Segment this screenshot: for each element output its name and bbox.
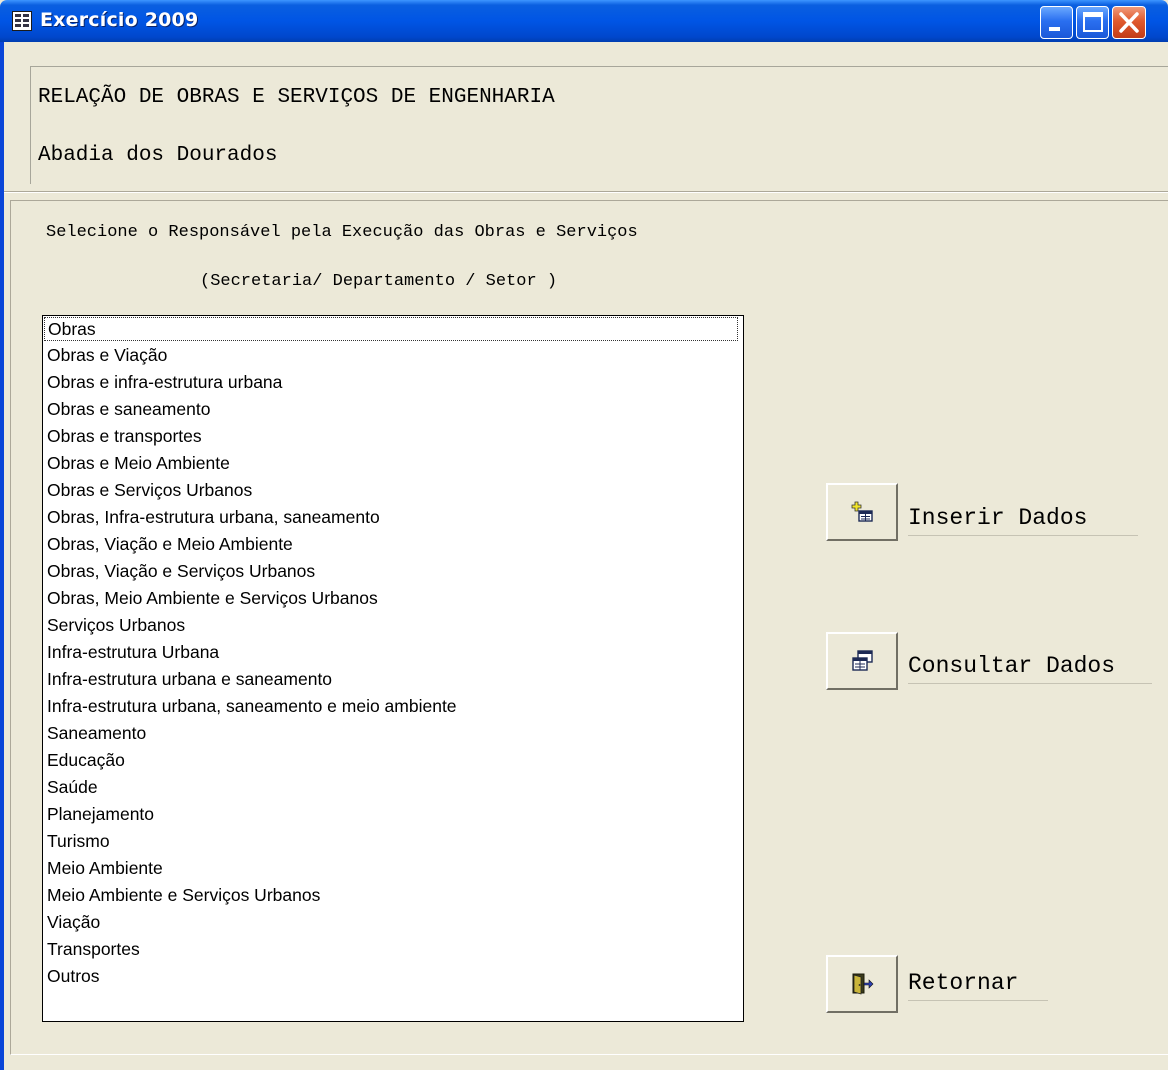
list-item[interactable]: Meio Ambiente <box>47 856 163 880</box>
list-item[interactable]: Obras e saneamento <box>47 397 210 421</box>
list-item[interactable]: Turismo <box>47 829 110 853</box>
list-item[interactable]: Outros <box>47 964 100 988</box>
maximize-icon <box>1083 12 1103 32</box>
list-item[interactable]: Transportes <box>47 937 140 961</box>
list-item[interactable]: Infra-estrutura Urbana <box>47 640 219 664</box>
list-item[interactable]: Serviços Urbanos <box>47 613 185 637</box>
return-button[interactable] <box>826 955 898 1013</box>
view-records-icon <box>852 650 873 671</box>
list-item[interactable]: Obras e Viação <box>47 343 167 367</box>
maximize-button[interactable] <box>1076 6 1109 39</box>
window-title: Exercício 2009 <box>40 9 199 31</box>
list-item[interactable]: Saneamento <box>47 721 146 745</box>
list-item[interactable]: Obras e transportes <box>47 424 202 448</box>
form-icon <box>12 11 32 31</box>
insert-data-button[interactable] <box>826 483 898 541</box>
minimize-button[interactable] <box>1040 6 1073 39</box>
consult-data-label: Consultar Dados <box>908 653 1152 684</box>
close-button[interactable] <box>1112 6 1146 39</box>
insert-data-label: Inserir Dados <box>908 505 1138 536</box>
list-item[interactable]: Viação <box>47 910 100 934</box>
list-item[interactable]: Infra-estrutura urbana e saneamento <box>47 667 332 691</box>
list-item[interactable]: Obras e Serviços Urbanos <box>47 478 252 502</box>
list-item[interactable]: Obras <box>44 317 738 341</box>
list-item[interactable]: Meio Ambiente e Serviços Urbanos <box>47 883 320 907</box>
title-bar[interactable]: Exercício 2009 <box>0 0 1168 42</box>
instruction-label: Selecione o Responsável pela Execução da… <box>46 223 638 242</box>
section-divider <box>4 191 1168 193</box>
return-label: Retornar <box>908 970 1048 1001</box>
exit-door-icon <box>852 973 874 995</box>
report-title: RELAÇÃO DE OBRAS E SERVIÇOS DE ENGENHARI… <box>38 86 555 109</box>
responsible-listbox[interactable]: Obras Obras e Viação Obras e infra-estru… <box>42 315 744 1022</box>
list-item[interactable]: Saúde <box>47 775 98 799</box>
window-border <box>0 42 4 1070</box>
list-item[interactable]: Obras, Infra-estrutura urbana, saneament… <box>47 505 380 529</box>
list-item[interactable]: Obras e Meio Ambiente <box>47 451 230 475</box>
list-item[interactable]: Obras e infra-estrutura urbana <box>47 370 282 394</box>
list-item[interactable]: Obras, Viação e Serviços Urbanos <box>47 559 315 583</box>
list-item[interactable]: Planejamento <box>47 802 154 826</box>
consult-data-button[interactable] <box>826 632 898 690</box>
list-item[interactable]: Infra-estrutura urbana, saneamento e mei… <box>47 694 457 718</box>
instruction-sublabel: (Secretaria/ Departamento / Setor ) <box>200 272 558 291</box>
insert-record-icon <box>851 501 873 522</box>
municipality-name: Abadia dos Dourados <box>38 144 278 167</box>
list-item[interactable]: Obras, Meio Ambiente e Serviços Urbanos <box>47 586 378 610</box>
minimize-icon <box>1049 27 1060 31</box>
list-item[interactable]: Educação <box>47 748 125 772</box>
list-item[interactable]: Obras, Viação e Meio Ambiente <box>47 532 293 556</box>
close-icon <box>1119 12 1139 33</box>
